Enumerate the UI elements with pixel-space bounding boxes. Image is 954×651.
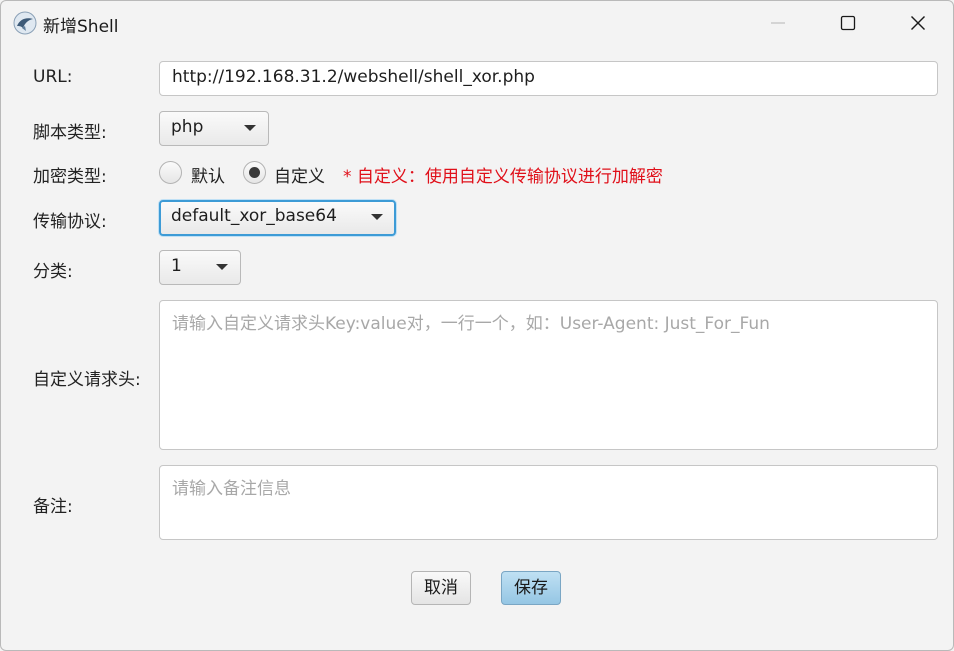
protocol-value: default_xor_base64 xyxy=(171,206,337,226)
url-input[interactable]: http://192.168.31.2/webshell/shell_xor.p… xyxy=(159,61,938,96)
close-button[interactable] xyxy=(883,1,953,45)
remark-textarea[interactable]: 请输入备注信息 xyxy=(159,465,938,540)
protocol-label: 传输协议: xyxy=(33,212,107,232)
encryption-type-label: 加密类型: xyxy=(33,167,107,187)
script-type-label: 脚本类型: xyxy=(33,123,107,143)
remark-label: 备注: xyxy=(33,497,73,517)
window-title: 新增Shell xyxy=(43,17,119,37)
radio-selected-dot xyxy=(249,167,260,178)
minimize-button[interactable] xyxy=(743,1,813,45)
save-button[interactable]: 保存 xyxy=(501,571,561,605)
radio-default-label[interactable]: 默认 xyxy=(191,162,225,187)
chevron-down-icon xyxy=(371,214,383,220)
custom-headers-label: 自定义请求头: xyxy=(33,370,141,390)
category-label: 分类: xyxy=(33,262,73,282)
title-bar[interactable]: 新增Shell xyxy=(1,1,953,45)
url-label: URL: xyxy=(33,67,73,87)
cancel-button[interactable]: 取消 xyxy=(411,571,471,605)
radio-default[interactable] xyxy=(159,161,182,184)
close-icon xyxy=(911,16,925,30)
category-value: 1 xyxy=(171,256,182,276)
maximize-icon xyxy=(840,15,856,31)
chevron-down-icon xyxy=(216,264,228,270)
app-logo-icon xyxy=(13,11,37,35)
custom-headers-placeholder: 请输入自定义请求头Key:value对，一行一个，如：User-Agent: J… xyxy=(172,314,770,334)
maximize-button[interactable] xyxy=(813,1,883,45)
radio-custom-label[interactable]: 自定义 xyxy=(274,162,325,187)
url-value: http://192.168.31.2/webshell/shell_xor.p… xyxy=(172,67,535,87)
custom-headers-textarea[interactable]: 请输入自定义请求头Key:value对，一行一个，如：User-Agent: J… xyxy=(159,300,938,450)
encryption-hint: * 自定义：使用自定义传输协议进行加解密 xyxy=(343,167,663,187)
script-type-value: php xyxy=(171,117,204,137)
script-type-select[interactable]: php xyxy=(159,111,269,146)
radio-custom[interactable] xyxy=(243,161,266,184)
category-select[interactable]: 1 xyxy=(159,250,241,285)
chevron-down-icon xyxy=(244,125,256,131)
minimize-icon xyxy=(771,22,785,24)
protocol-select[interactable]: default_xor_base64 xyxy=(159,200,396,236)
remark-placeholder: 请输入备注信息 xyxy=(172,479,291,499)
new-shell-dialog: 新增Shell URL: http://192.168.31.2/webshel… xyxy=(0,0,954,651)
